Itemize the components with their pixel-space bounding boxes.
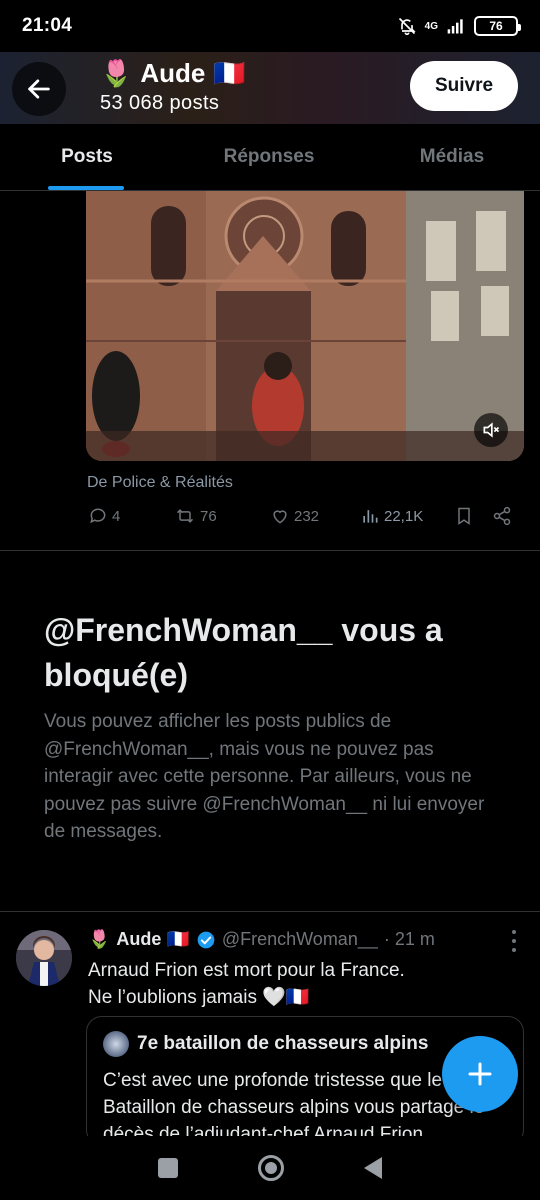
bookmark-icon [458,507,470,525]
like-count: 232 [294,507,320,525]
post-text: Arnaud Frion est mort pour la France. Ne… [88,957,518,1011]
tab-posts[interactable]: Posts [0,124,174,190]
tab-label: Réponses [223,146,315,167]
back-button[interactable] [12,62,66,116]
share-action[interactable] [492,506,512,526]
blocked-description: Vous pouvez afficher les posts publics d… [44,711,485,842]
plus-icon [468,1062,492,1086]
repost-icon [176,509,194,523]
author-name[interactable]: Aude [116,929,161,950]
system-nav-bar [0,1136,540,1200]
feed-divider [0,911,540,912]
profile-header: 🌷 Aude 🇫🇷 53 068 posts Suivre [0,52,540,124]
dot [512,939,516,943]
speaker-muted-icon [483,422,500,438]
reply-count: 4 [112,507,121,525]
profile-tabs: Posts Réponses Médias [0,124,540,191]
arrow-left-icon [28,79,50,99]
avatar-image [16,930,72,986]
bell-muted-icon [398,17,416,36]
quoted-author-name: 7e bataillon de chasseurs alpins [137,1033,429,1054]
share-icon [493,506,511,526]
tulip-emoji: 🌷 [100,58,133,88]
status-time: 21:04 [22,15,73,36]
follow-button[interactable]: Suivre [410,61,518,111]
active-tab-indicator [48,186,124,190]
flag-emoji: 🇫🇷 [213,58,246,88]
post-text-line: Arnaud Frion est mort pour la France. [88,960,405,981]
header-text: 🌷 Aude 🇫🇷 53 068 posts [100,58,246,115]
posts-count: 53 068 posts [100,92,220,114]
flag-emoji: 🇫🇷 [167,929,190,949]
cathedral-video-frame [86,191,524,461]
post-action-bar: 4 76 232 22,1K [84,506,524,536]
like-action[interactable]: 232 [270,506,319,526]
views-count: 22,1K [384,507,424,525]
video-source[interactable]: De Police & Réalités [87,474,233,492]
tab-replies[interactable]: Réponses [174,124,364,190]
post-text-line: Ne l’oublions jamais 🤍🇫🇷 [88,987,310,1008]
bookmark-action[interactable] [454,506,474,526]
post-header: 🌷 Aude 🇫🇷 @FrenchWoman__ · 21 m [88,929,435,950]
avatar[interactable] [16,930,72,986]
feed-divider [0,550,540,551]
views-action[interactable]: 22,1K [360,506,423,526]
repost-count: 76 [200,507,217,525]
system-back-button[interactable] [364,1157,382,1179]
battery-icon: 76 [474,16,521,36]
author-handle[interactable]: @FrenchWoman__ [222,929,378,950]
mute-button[interactable] [474,413,508,447]
status-bar: 21:04 4G 76 [0,0,540,52]
status-icons: 4G 76 [397,16,521,36]
quoted-avatar [103,1031,129,1057]
blocked-title: @FrenchWoman__ vous a bloqué(e) [44,612,443,693]
video-player[interactable] [86,191,524,461]
network-type: 4G [424,20,438,32]
profile-name-text: Aude [140,58,206,88]
more-options-button[interactable] [510,930,518,952]
compose-button[interactable] [442,1036,518,1112]
tab-label: Posts [61,146,113,167]
battery-level: 76 [489,19,503,33]
views-chart-icon [363,510,378,523]
reply-action[interactable]: 4 [88,506,120,526]
tab-media[interactable]: Médias [364,124,540,190]
dot [512,948,516,952]
post-time: · 21 m [383,929,435,949]
tab-label: Médias [419,146,485,167]
reply-icon [90,508,106,524]
profile-name: 🌷 Aude 🇫🇷 [100,58,246,89]
home-button[interactable] [258,1155,284,1181]
recents-button[interactable] [158,1158,178,1178]
heart-icon [273,510,287,524]
dot [512,930,516,934]
tulip-emoji: 🌷 [88,929,111,949]
quoted-post-header: 7e bataillon de chasseurs alpins [103,1031,428,1057]
repost-action[interactable]: 76 [174,506,217,526]
signal-icon [447,19,463,34]
verified-badge-icon [197,931,215,948]
